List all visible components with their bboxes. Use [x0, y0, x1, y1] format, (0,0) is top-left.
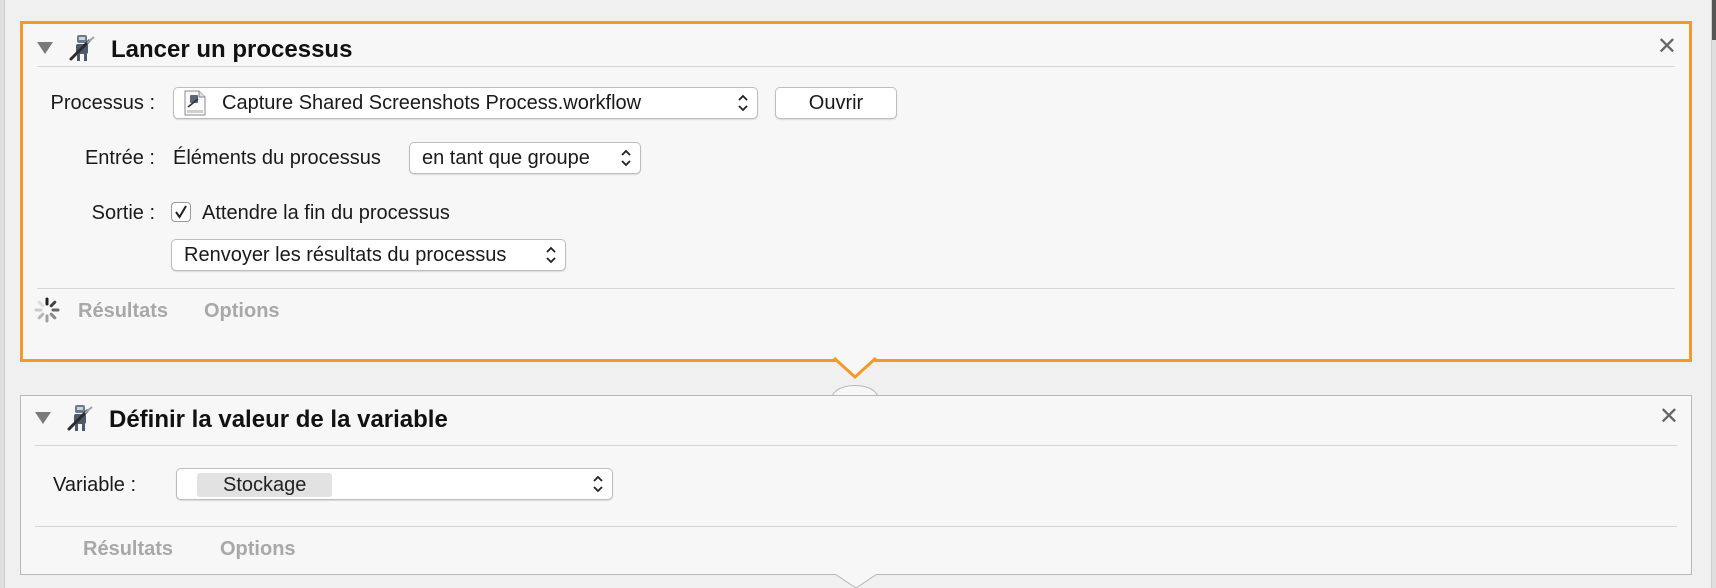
disclosure-triangle-icon[interactable] [35, 412, 51, 424]
scrollbar-thumb[interactable] [1712, 0, 1716, 40]
wait-checkbox-label[interactable]: Attendre la fin du processus [202, 202, 450, 225]
return-mode-value: Renvoyer les résultats du processus [184, 244, 507, 266]
tab-options[interactable]: Options [204, 300, 280, 323]
variable-label: Variable : [53, 474, 137, 496]
action-run-workflow[interactable]: Lancer un processus ✕ Processus : Captur… [20, 21, 1692, 362]
tab-options[interactable]: Options [220, 538, 296, 561]
input-mode-popup[interactable]: en tant que groupe [409, 142, 641, 174]
footer-divider [35, 526, 1677, 527]
popup-chevrons-icon [621, 149, 631, 167]
close-icon[interactable]: ✕ [1659, 402, 1679, 431]
process-label: Processus : [50, 92, 155, 114]
automator-robot-icon [67, 405, 93, 431]
scrollbar-track[interactable] [1711, 0, 1716, 588]
output-label: Sortie : [91, 202, 155, 224]
popup-chevrons-icon [593, 475, 603, 493]
popup-chevrons-icon [546, 246, 556, 264]
variable-popup[interactable]: Stockage [176, 468, 613, 500]
open-button[interactable]: Ouvrir [775, 87, 897, 119]
wait-checkbox[interactable] [171, 202, 191, 222]
automator-robot-icon [69, 35, 95, 61]
window-left-edge [0, 0, 5, 588]
spinner-icon [34, 297, 60, 323]
action-connector [831, 357, 879, 399]
process-popup-value: Capture Shared Screenshots Process.workf… [222, 92, 642, 114]
footer-divider [37, 288, 1675, 289]
input-description: Éléments du processus [173, 147, 381, 169]
action-title: Définir la valeur de la variable [109, 406, 448, 433]
close-icon[interactable]: ✕ [1657, 32, 1677, 61]
action-connector-bottom [835, 574, 877, 588]
checkmark-icon [175, 205, 187, 219]
workflow-file-icon [184, 90, 206, 116]
action-set-variable[interactable]: Définir la valeur de la variable ✕ Varia… [20, 395, 1692, 575]
input-mode-value: en tant que groupe [422, 147, 590, 169]
header-divider [35, 445, 1677, 446]
popup-chevrons-icon [738, 94, 748, 112]
action-header: Définir la valeur de la variable ✕ [21, 396, 1691, 446]
variable-token: Stockage [197, 473, 333, 497]
return-mode-popup[interactable]: Renvoyer les résultats du processus [171, 239, 566, 271]
disclosure-triangle-icon[interactable] [37, 42, 53, 54]
tab-results[interactable]: Résultats [78, 300, 168, 323]
action-title: Lancer un processus [111, 36, 353, 63]
header-divider [37, 66, 1675, 67]
tab-results[interactable]: Résultats [83, 538, 173, 561]
process-popup[interactable]: Capture Shared Screenshots Process.workf… [173, 87, 758, 119]
input-label: Entrée : [84, 147, 155, 169]
